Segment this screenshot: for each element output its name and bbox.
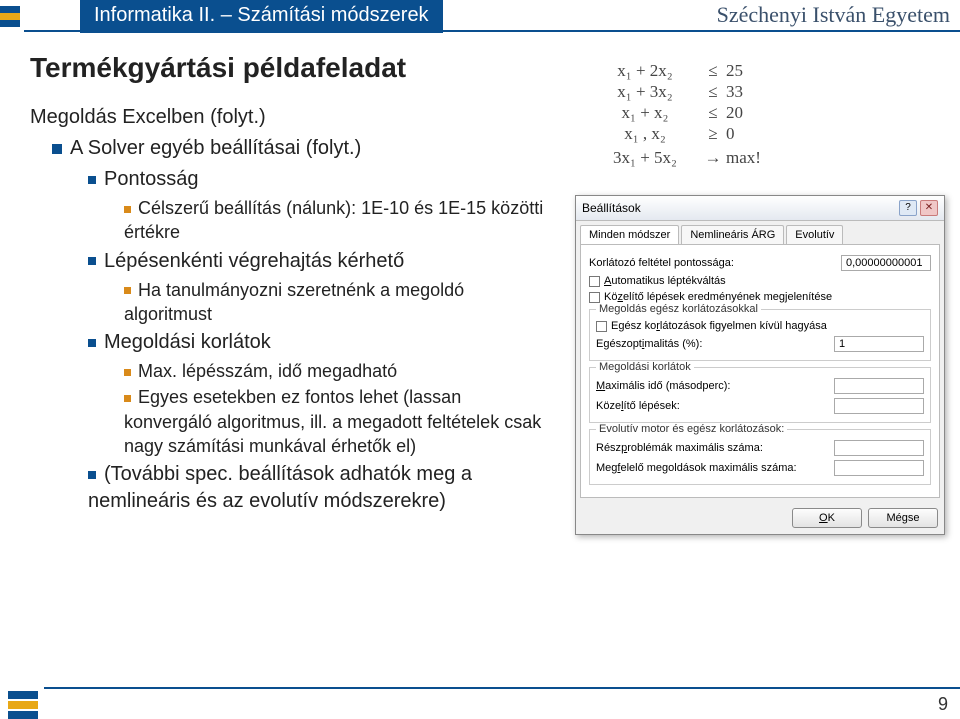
header-rule (24, 30, 960, 32)
slide-content: Megoldás Excelben (folyt.) A Solver egyé… (30, 100, 550, 518)
subtitle-2: A Solver egyéb beállításai (folyt.) (52, 135, 550, 162)
ok-button[interactable]: OK (792, 508, 862, 528)
university-name: Széchenyi István Egyetem (717, 2, 950, 28)
bullet-stepwise: Lépésenkénti végrehajtás kérhető (104, 250, 404, 272)
equations-block: x₁ + 2x₂≤25 x₁ + 3x₂≤33 x₁ + x₂≤20 x₁ , … (590, 60, 776, 169)
fieldset-integer-legend: Megoldás egész korlátozásokkal (596, 303, 761, 315)
bullet-limits-a: Max. lépésszám, idő megadható (138, 361, 397, 381)
auto-scale-checkbox[interactable] (589, 276, 600, 287)
tab-all-methods[interactable]: Minden módszer (580, 225, 679, 244)
course-title: Informatika II. – Számítási módszerek (80, 0, 443, 33)
close-button[interactable]: ✕ (920, 200, 938, 216)
bullet-pontossag: Pontosság (104, 168, 199, 190)
ignore-int-label: Egész korlátozások figyelmen kívül hagyá… (611, 320, 924, 332)
slide-title: Termékgyártási példafeladat (30, 52, 406, 84)
page-number: 9 (938, 694, 948, 715)
max-time-input[interactable] (834, 378, 924, 394)
footer-logo-icon (8, 691, 38, 717)
bullet-pontossag-detail: Célszerű beállítás (nálunk): 1E-10 és 1E… (124, 198, 543, 242)
settings-dialog: Beállítások ? ✕ Minden módszer Nemlineár… (575, 195, 945, 535)
subtitle-1: Megoldás Excelben (folyt.) (30, 104, 550, 131)
bullet-further: (További spec. beállítások adhatók meg a… (88, 463, 472, 512)
show-iter-checkbox[interactable] (589, 292, 600, 303)
int-opt-label: Egészoptimalitás (%): (596, 338, 834, 350)
precision-input[interactable] (841, 255, 931, 271)
iterations-input[interactable] (834, 398, 924, 414)
dialog-title: Beállítások (582, 201, 896, 215)
fieldset-limits-legend: Megoldási korlátok (596, 361, 694, 373)
subproblems-label: Részproblémák maximális száma: (596, 442, 834, 454)
footer-rule (44, 687, 960, 689)
solutions-input[interactable] (834, 460, 924, 476)
int-opt-input[interactable] (834, 336, 924, 352)
bullet-limits-b: Egyes esetekben ez fontos lehet (lassan … (124, 387, 541, 456)
cancel-button[interactable]: Mégse (868, 508, 938, 528)
ignore-int-checkbox[interactable] (596, 321, 607, 332)
iterations-label: Közelítő lépések: (596, 400, 834, 412)
solutions-label: Megfelelő megoldások maximális száma: (596, 462, 834, 474)
help-button[interactable]: ? (899, 200, 917, 216)
fieldset-limits: Megoldási korlátok Maximális idő (másodp… (589, 367, 931, 423)
fieldset-evo: Evolutív motor és egész korlátozások: Ré… (589, 429, 931, 485)
bullet-stepwise-detail: Ha tanulmányozni szeretnénk a megoldó al… (124, 280, 464, 324)
precision-label: Korlátozó feltétel pontossága: (589, 257, 841, 269)
tabs: Minden módszer Nemlineáris ÁRG Evolutív (576, 221, 944, 244)
show-iter-label: Közelítő lépések eredményének megjelenít… (604, 291, 931, 303)
fieldset-evo-legend: Evolutív motor és egész korlátozások: (596, 423, 787, 435)
slide-footer: 9 (0, 685, 960, 719)
slide-header: Informatika II. – Számítási módszerek Sz… (0, 0, 960, 36)
tab-evolutionary[interactable]: Evolutív (786, 225, 843, 244)
tab-nonlinear[interactable]: Nemlineáris ÁRG (681, 225, 784, 244)
max-time-label: Maximális idő (másodperc): (596, 380, 834, 392)
auto-scale-label: AAutomatikus léptékváltásutomatikus lépt… (604, 275, 931, 287)
subproblems-input[interactable] (834, 440, 924, 456)
bullet-limits: Megoldási korlátok (104, 331, 271, 353)
fieldset-integer: Megoldás egész korlátozásokkal Egész kor… (589, 309, 931, 361)
header-stripe-icon (0, 6, 20, 26)
